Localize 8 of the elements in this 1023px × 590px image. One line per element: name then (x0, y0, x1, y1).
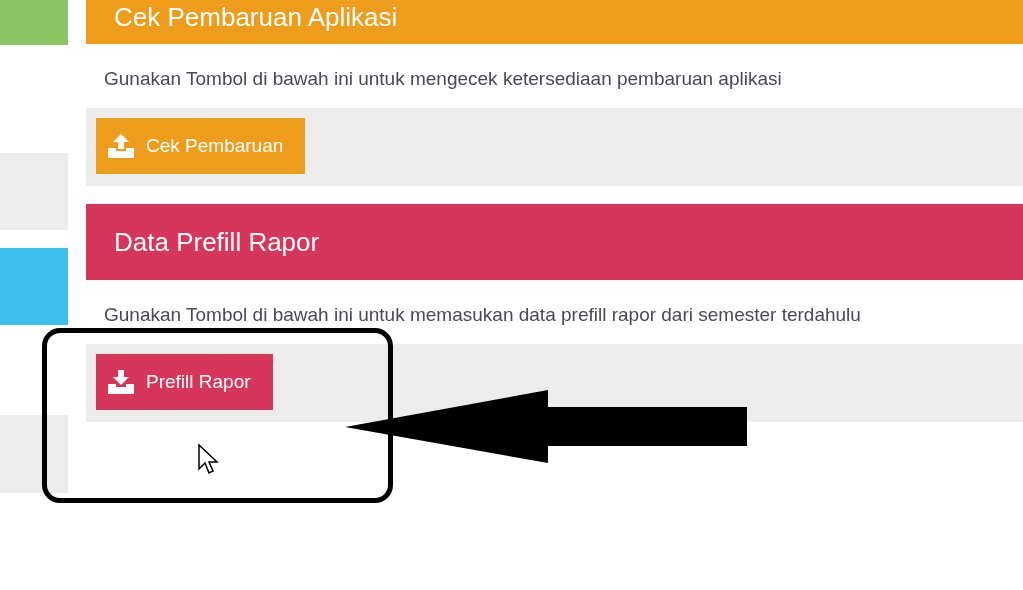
prefill-button[interactable]: Prefill Rapor (96, 354, 273, 410)
panel-description: Gunakan Tombol di bawah ini untuk memasukan data prefill rapor dari semester terdahulu (103, 303, 862, 327)
cursor-icon (198, 443, 219, 475)
panel-title: Data Prefill Rapor (114, 226, 320, 258)
download-icon (108, 370, 134, 394)
panel-title: Cek Pembaruan Aplikasi (114, 2, 398, 33)
panel-description: Gunakan Tombol di bawah ini untuk mengecek ketersediaan pembaruan aplikasi (103, 67, 783, 91)
upload-icon (108, 134, 134, 158)
